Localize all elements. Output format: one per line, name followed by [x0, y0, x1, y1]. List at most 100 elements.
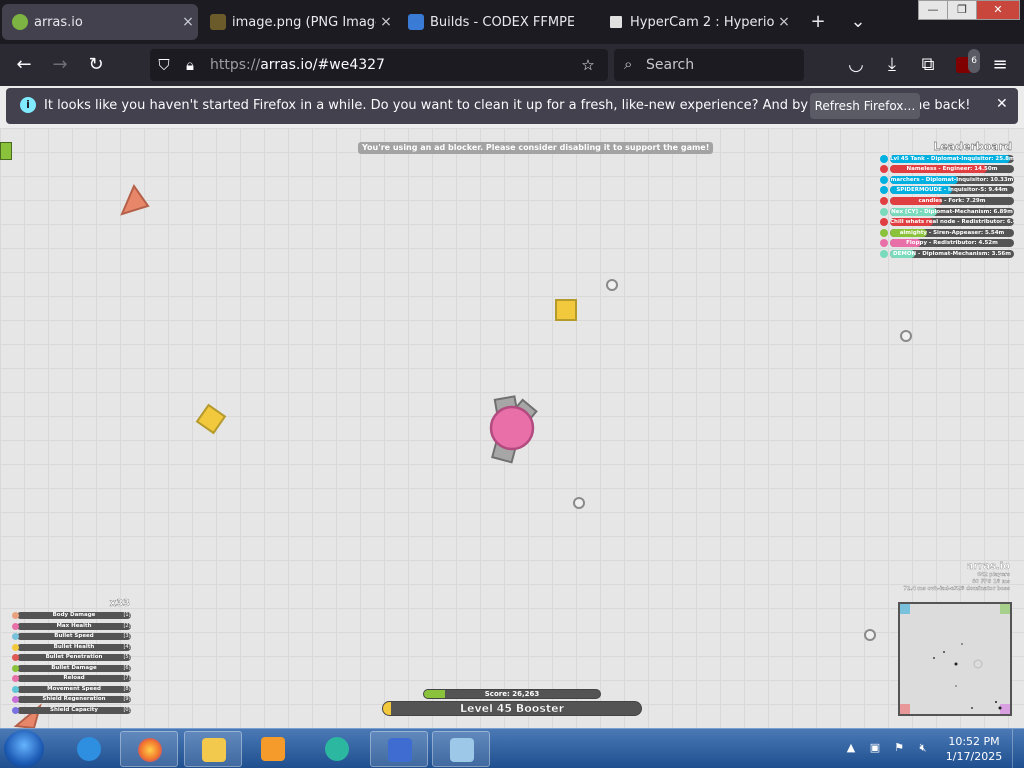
taskbar-hypercam[interactable]	[308, 731, 366, 767]
stat-name: Body Damage	[52, 612, 96, 618]
shield-icon[interactable]: ⛉	[154, 55, 174, 75]
stat-upgrade-bullet-penetration[interactable]: Bullet Penetration [5]	[12, 652, 142, 663]
search-placeholder: Search	[646, 57, 695, 73]
tank-icon	[880, 186, 888, 195]
stat-upgrade-max-health[interactable]: Max Health [2]	[12, 621, 142, 632]
square-shape	[195, 403, 227, 435]
leaderboard-row: DEMON - Diplomat-Mechanism: 3.56m	[878, 249, 1018, 259]
tab-title: HyperCam 2 : Hyperionics	[630, 14, 774, 30]
forward-button[interactable]: →	[48, 53, 72, 77]
stat-name: Bullet Penetration	[45, 654, 103, 660]
bullet-circle	[606, 279, 618, 291]
stat-key: [2]	[123, 622, 131, 629]
leaderboard-entry-text: marchers - Diplomat-Inquisitor: 10.33m	[890, 176, 1014, 183]
volume-muted-icon[interactable]: 🔇︎	[916, 741, 930, 755]
hypercam-favicon-icon	[608, 14, 624, 30]
search-input[interactable]: ⌕ Search	[614, 49, 804, 81]
tab-strip: arras.io × image.png (PNG Image, 3 × Bui…	[0, 0, 1024, 44]
leaderboard-row: almighty - Siren-Appeaser: 5.54m	[878, 228, 1018, 238]
reload-button[interactable]: ↻	[84, 53, 108, 77]
minimize-button[interactable]: —	[918, 0, 948, 20]
game-canvas[interactable]: You're using an ad blocker. Please consi…	[0, 128, 1024, 728]
tank-icon	[880, 165, 888, 174]
tank-icon	[880, 249, 888, 258]
taskbar-internet-explorer[interactable]	[60, 731, 118, 767]
tray-expand-icon[interactable]: ▲	[844, 741, 858, 755]
bullet-circle	[864, 629, 876, 641]
stat-name: Bullet Health	[53, 643, 95, 650]
stat-upgrade-bullet-health[interactable]: Bullet Health [4]	[12, 642, 142, 653]
taskbar-firefox[interactable]	[120, 731, 178, 767]
pocket-icon[interactable]: ◡	[844, 53, 868, 77]
stat-upgrade-movement-speed[interactable]: Movement Speed [8]	[12, 684, 142, 695]
nav-bar: ← → ↻ ⛉ 🔒︎ https://arras.io/#we4327 ☆ ⌕ …	[0, 44, 1024, 86]
firefox-icon	[138, 738, 162, 762]
stat-upgrade-bullet-damage[interactable]: Bullet Damage [6]	[12, 663, 142, 674]
server-name: arras.io	[966, 561, 1010, 572]
tank-icon	[880, 228, 888, 237]
internet-explorer-icon	[77, 737, 101, 761]
new-tab-button[interactable]: +	[806, 10, 830, 34]
network-app-icon	[388, 738, 412, 762]
downloads-icon[interactable]: ⤓	[880, 53, 904, 77]
network-icon[interactable]: ▣	[868, 741, 882, 755]
clock[interactable]: 10:52 PM 1/17/2025	[940, 734, 1008, 764]
taskbar-media-player[interactable]	[244, 731, 302, 767]
clock-date: 1/17/2025	[945, 750, 1003, 763]
taskbar-file-explorer[interactable]	[184, 731, 242, 767]
extensions-icon[interactable]: ⧉	[916, 53, 940, 77]
tank-icon	[880, 154, 888, 163]
tab-list-button[interactable]: ⌄	[846, 10, 870, 34]
notification-close-icon[interactable]: ✕	[996, 96, 1008, 112]
tab-close-icon[interactable]: ×	[376, 14, 396, 30]
score-text: Score: 26,263	[484, 690, 540, 698]
stat-upgrade-shield-regeneration[interactable]: Shield Regeneration [9]	[12, 694, 142, 705]
minimap-dots	[933, 643, 1002, 710]
taskbar: ▲ ▣ ⚑ 🔇︎ 10:52 PM 1/17/2025	[0, 728, 1024, 768]
leaderboard-entry-text: Floppy - Redistributor: 4.52m	[906, 240, 998, 247]
leaderboard-row: Floppy - Redistributor: 4.52m	[878, 238, 1018, 248]
action-center-flag-icon[interactable]: ⚑	[892, 741, 906, 755]
url-path: arras.io/#we4327	[260, 57, 385, 73]
lock-icon[interactable]: 🔒︎	[180, 55, 200, 75]
refresh-firefox-button[interactable]: Refresh Firefox…	[810, 93, 920, 119]
player-count: 642 players	[977, 572, 1010, 578]
url-bar[interactable]: ⛉ 🔒︎ https://arras.io/#we4327 ☆	[150, 49, 608, 81]
info-icon: i	[20, 97, 36, 113]
bookmark-star-icon[interactable]: ☆	[578, 55, 598, 75]
stat-upgrade-body-damage[interactable]: Body Damage [1]	[12, 610, 142, 621]
leaderboard-row: Nex [CY] - Diplomat-Mechanism: 6.89m	[878, 207, 1018, 217]
tank-icon	[880, 196, 888, 205]
url-text[interactable]: https://arras.io/#we4327	[210, 57, 385, 73]
stat-upgrade-shield-capacity[interactable]: Shield Capacity [0]	[12, 705, 142, 716]
folder-icon	[202, 738, 226, 762]
taskbar-network-app[interactable]	[370, 731, 428, 767]
window-close-button[interactable]: ✕	[976, 0, 1020, 20]
tab-builds[interactable]: Builds - CODEX FFMPEG	[398, 4, 594, 40]
restore-button[interactable]: ❐	[947, 0, 977, 20]
menu-icon[interactable]: ≡	[988, 53, 1012, 77]
tank-icon	[880, 239, 888, 248]
bullet-circle	[573, 497, 585, 509]
leaderboard-row: SPIDERMOUDE - Inquisitor-S: 9.44m	[878, 185, 1018, 195]
tank-icon	[880, 218, 888, 227]
leaderboard-title: Leaderboard	[933, 140, 1012, 153]
stat-key: [3]	[123, 633, 131, 639]
show-desktop-button[interactable]	[1012, 729, 1024, 768]
back-button[interactable]: ←	[12, 53, 36, 77]
tank-icon	[880, 175, 888, 184]
tab-close-icon[interactable]: ×	[774, 14, 794, 30]
stat-points: x33	[109, 598, 130, 609]
stat-upgrade-reload[interactable]: Reload [7]	[12, 673, 142, 684]
media-player-icon	[261, 737, 285, 761]
ublock-icon[interactable]: 6	[952, 49, 980, 77]
tab-arras[interactable]: arras.io ×	[2, 4, 198, 40]
tab-title: image.png (PNG Image, 3	[232, 14, 376, 30]
tab-close-icon[interactable]: ×	[178, 14, 198, 30]
tab-image-png[interactable]: image.png (PNG Image, 3 ×	[200, 4, 396, 40]
stat-upgrade-bullet-speed[interactable]: Bullet Speed [3]	[12, 631, 142, 642]
taskbar-notepad[interactable]	[432, 731, 490, 767]
start-button[interactable]	[4, 730, 44, 768]
tab-hypercam[interactable]: HyperCam 2 : Hyperionics ×	[598, 4, 794, 40]
hypercam-icon	[325, 737, 349, 761]
